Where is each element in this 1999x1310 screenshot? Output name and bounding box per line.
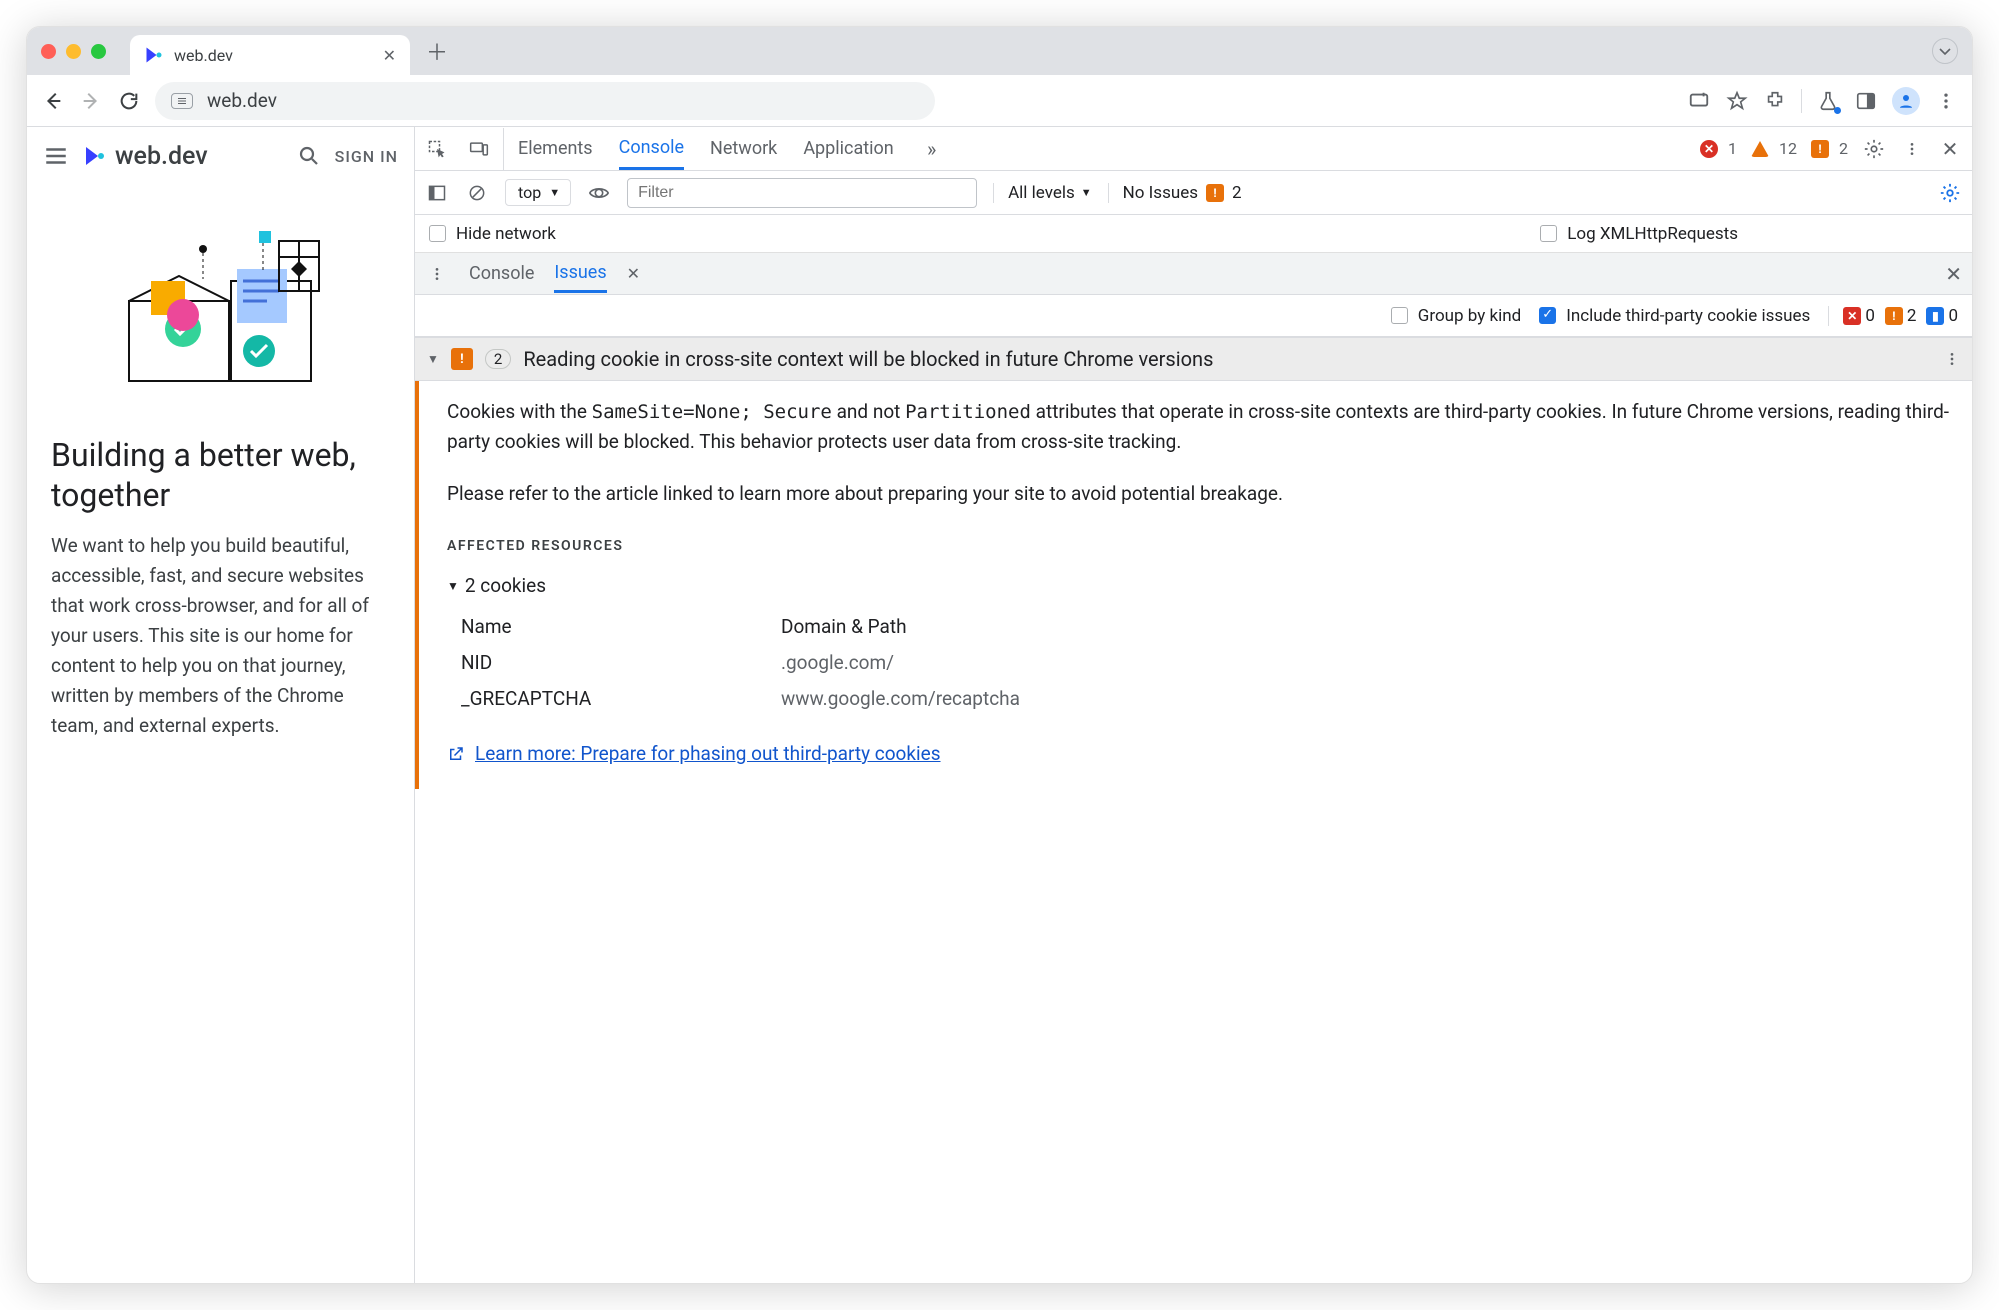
minimize-window-icon[interactable] xyxy=(66,44,81,59)
bookmark-star-icon[interactable] xyxy=(1725,89,1749,113)
kebab-menu-icon[interactable] xyxy=(1934,89,1958,113)
issue-header[interactable]: ▼ ! 2 Reading cookie in cross-site conte… xyxy=(415,337,1972,381)
site-logo[interactable]: web.dev xyxy=(83,142,208,171)
cookie-table: NameDomain & Path NID.google.com/ _GRECA… xyxy=(447,609,1952,717)
reload-button[interactable] xyxy=(117,89,141,113)
live-expression-icon[interactable] xyxy=(587,181,611,205)
status-flags[interactable]: !2 xyxy=(1811,139,1848,158)
forward-button[interactable] xyxy=(79,89,103,113)
hide-network-checkbox[interactable]: Hide network xyxy=(429,224,556,244)
hero-illustration xyxy=(51,211,390,411)
favicon-icon xyxy=(144,45,164,65)
include-3p-checkbox[interactable]: Include third-party cookie issues xyxy=(1539,306,1810,326)
affected-label: AFFECTED RESOURCES xyxy=(447,531,1952,561)
close-window-icon[interactable] xyxy=(41,44,56,59)
close-drawer-tab-icon[interactable]: ✕ xyxy=(627,264,640,283)
tab-network[interactable]: Network xyxy=(710,129,777,168)
clear-console-icon[interactable] xyxy=(465,181,489,205)
device-toolbar-icon[interactable] xyxy=(467,137,491,161)
cookies-disclosure[interactable]: ▼2 cookies xyxy=(447,571,1952,601)
drawer-tab-console[interactable]: Console xyxy=(469,263,534,284)
close-drawer-icon[interactable]: ✕ xyxy=(1945,262,1962,286)
site-name: web.dev xyxy=(115,142,208,171)
cookie-row[interactable]: NID.google.com/ xyxy=(461,645,1952,681)
signin-link[interactable]: SIGN IN xyxy=(335,147,398,166)
issue-menu-icon[interactable] xyxy=(1944,349,1960,369)
toggle-sidebar-icon[interactable] xyxy=(425,181,449,205)
drawer-tabbar: Console Issues ✕ ✕ xyxy=(415,253,1972,295)
page-content: web.dev SIGN IN xyxy=(27,127,415,1283)
close-tab-icon[interactable]: ✕ xyxy=(383,46,396,65)
status-warnings[interactable]: 12 xyxy=(1751,139,1797,158)
disclosure-triangle-icon[interactable]: ▼ xyxy=(427,352,439,366)
window-controls xyxy=(41,44,106,59)
devtools-tabbar: Elements Console Network Application » ✕… xyxy=(415,127,1972,171)
new-tab-button[interactable]: ＋ xyxy=(426,35,448,67)
tab-application[interactable]: Application xyxy=(803,129,893,168)
filter-input[interactable] xyxy=(627,178,977,208)
issue-count-badge: 2 xyxy=(485,349,511,369)
issue-paragraph-1: Cookies with the SameSite=None; Secure a… xyxy=(447,397,1952,457)
issue-title: Reading cookie in cross-site context wil… xyxy=(523,347,1213,371)
page-headline: Building a better web, together xyxy=(51,435,390,515)
page-description: We want to help you build beautiful, acc… xyxy=(51,531,390,741)
log-xhr-checkbox[interactable]: Log XMLHttpRequests xyxy=(1540,224,1738,244)
affected-resources: AFFECTED RESOURCES ▼2 cookies NameDomain… xyxy=(447,531,1952,717)
tab-console[interactable]: Console xyxy=(619,128,684,170)
log-levels-selector[interactable]: All levels▼ xyxy=(993,183,1092,203)
sidepanel-icon[interactable] xyxy=(1854,89,1878,113)
tab-title: web.dev xyxy=(174,46,233,65)
back-button[interactable] xyxy=(41,89,65,113)
separator xyxy=(1801,89,1802,113)
site-settings-icon[interactable] xyxy=(171,93,193,109)
close-devtools-icon[interactable]: ✕ xyxy=(1938,137,1962,161)
issue-severity-icon: ! xyxy=(451,348,473,370)
browser-tab[interactable]: web.dev ✕ xyxy=(130,35,410,75)
devtools-menu-icon[interactable] xyxy=(1900,137,1924,161)
profile-avatar[interactable] xyxy=(1892,87,1920,115)
tab-elements[interactable]: Elements xyxy=(518,129,593,168)
devtools-panel: Elements Console Network Application » ✕… xyxy=(415,127,1972,1283)
url-text: web.dev xyxy=(207,89,277,112)
issue-severity-counts: ✕0 !2 ▮0 xyxy=(1828,306,1958,326)
console-settings-gear-icon[interactable] xyxy=(1938,181,1962,205)
labs-icon[interactable] xyxy=(1816,89,1840,113)
learn-more-link[interactable]: Learn more: Prepare for phasing out thir… xyxy=(447,739,1952,769)
issue-body: Cookies with the SameSite=None; Secure a… xyxy=(415,381,1972,789)
issues-toolbar: Group by kind Include third-party cookie… xyxy=(415,295,1972,337)
search-icon[interactable] xyxy=(297,144,321,168)
browser-toolbar: web.dev xyxy=(27,75,1972,127)
tabs-overflow-icon[interactable]: » xyxy=(920,137,944,161)
cast-icon[interactable] xyxy=(1687,89,1711,113)
window-titlebar: web.dev ✕ ＋ xyxy=(27,27,1972,75)
console-settings-row: Hide network Log XMLHttpRequests xyxy=(415,215,1972,253)
hamburger-menu-icon[interactable] xyxy=(43,143,69,169)
console-toolbar: top▼ All levels▼ No Issues ! 2 xyxy=(415,171,1972,215)
drawer-tab-issues[interactable]: Issues xyxy=(554,255,606,293)
status-errors[interactable]: ✕1 xyxy=(1700,139,1737,158)
issue-paragraph-2: Please refer to the article linked to le… xyxy=(447,479,1952,509)
context-selector[interactable]: top▼ xyxy=(505,179,571,206)
cookie-row[interactable]: _GRECAPTCHAwww.google.com/recaptcha xyxy=(461,681,1952,717)
drawer-menu-icon[interactable] xyxy=(425,262,449,286)
issues-summary[interactable]: No Issues ! 2 xyxy=(1108,183,1242,203)
omnibox[interactable]: web.dev xyxy=(155,82,935,120)
inspect-element-icon[interactable] xyxy=(425,137,449,161)
tab-overflow-button[interactable] xyxy=(1932,38,1958,64)
settings-gear-icon[interactable] xyxy=(1862,137,1886,161)
group-by-kind-checkbox[interactable]: Group by kind xyxy=(1391,306,1521,326)
extensions-icon[interactable] xyxy=(1763,89,1787,113)
maximize-window-icon[interactable] xyxy=(91,44,106,59)
